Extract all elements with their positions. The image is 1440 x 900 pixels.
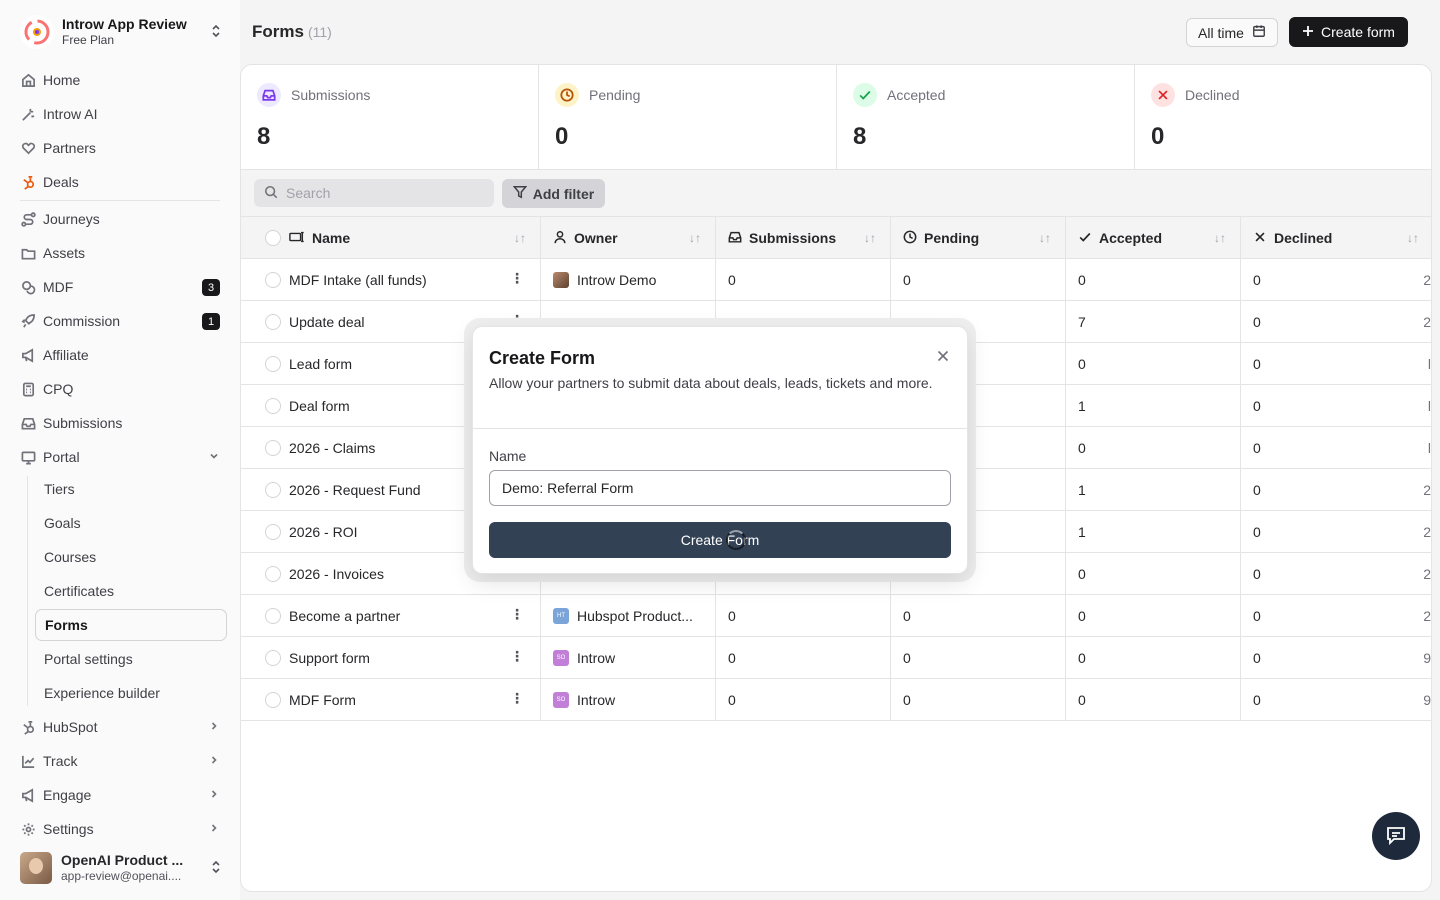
dialog-divider xyxy=(473,428,967,429)
create-form-dialog: Create Form Allow your partners to submi… xyxy=(472,326,968,574)
name-field-label: Name xyxy=(489,448,527,464)
create-form-submit-button[interactable]: Create Form xyxy=(489,522,951,558)
loading-spinner-icon xyxy=(726,530,746,550)
chat-support-button[interactable] xyxy=(1372,812,1420,860)
dialog-description: Allow your partners to submit data about… xyxy=(489,375,933,391)
close-icon[interactable] xyxy=(937,349,949,366)
name-field[interactable] xyxy=(489,470,951,506)
chat-icon xyxy=(1385,824,1407,849)
app-root: Introw App Review Free Plan Home Introw … xyxy=(0,0,1440,900)
dialog-title: Create Form xyxy=(489,348,596,368)
submit-label: Create Form xyxy=(680,532,760,548)
